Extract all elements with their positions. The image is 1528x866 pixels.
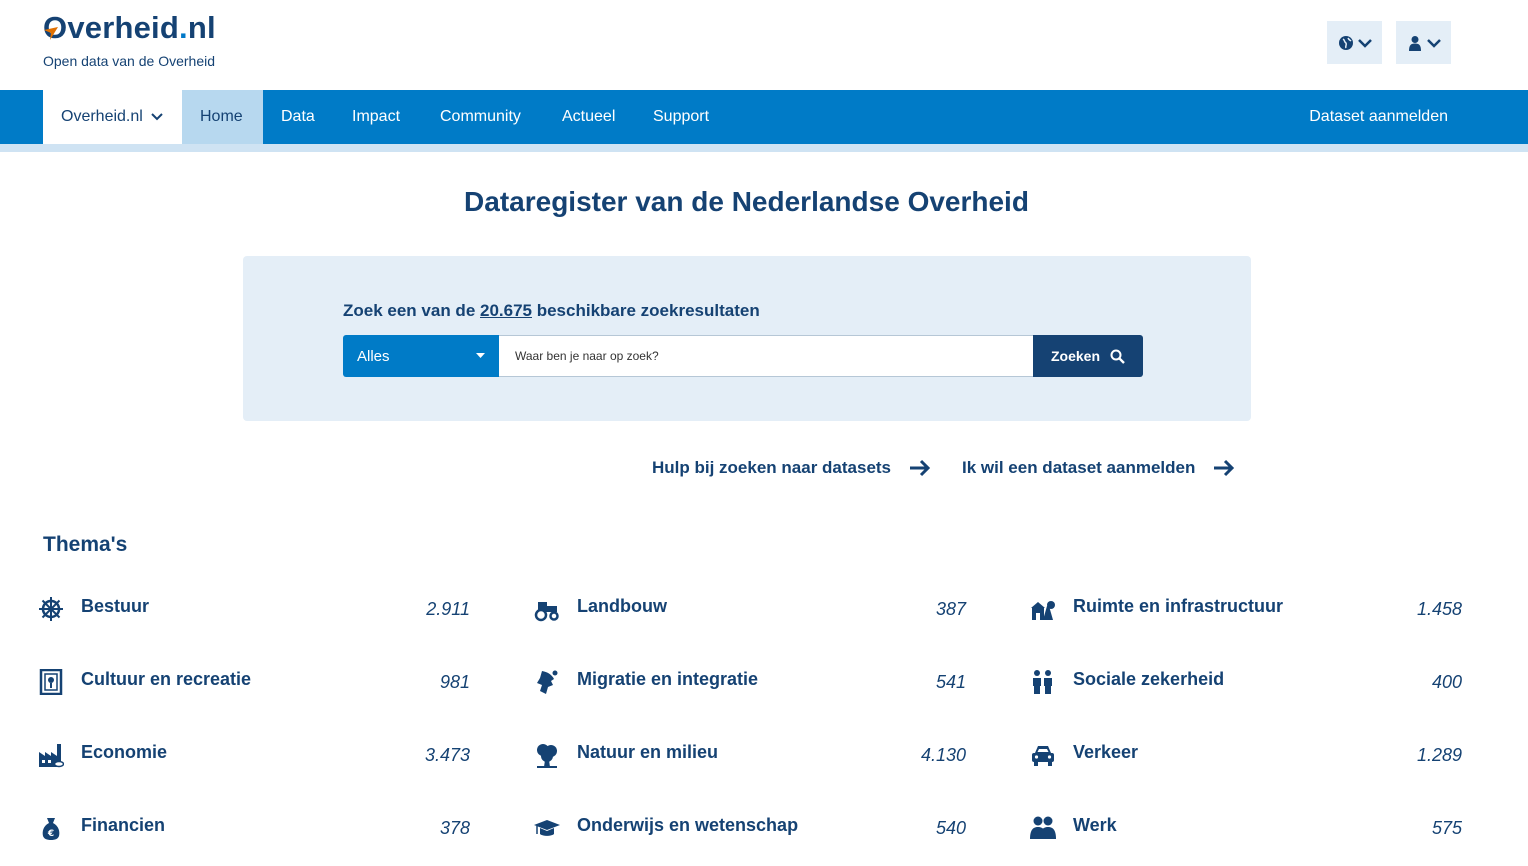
theme-label: Ruimte en infrastructuur — [1073, 596, 1284, 616]
search-panel: Zoek een van de 20.675 beschikbare zoekr… — [243, 256, 1251, 421]
help-search-link[interactable]: Hulp bij zoeken naar datasets — [652, 456, 931, 480]
theme-ruimte-en-infrastructuur[interactable]: Ruimte en infrastructuur 1.458 — [1030, 596, 1462, 628]
theme-bestuur[interactable]: Bestuur 2.911 — [38, 596, 470, 628]
graduation-cap-icon — [534, 820, 560, 836]
nav-item-impact[interactable]: Impact — [352, 90, 400, 144]
search-intro-suffix: beschikbare zoekresultaten — [532, 301, 760, 320]
chevron-down-icon — [1426, 38, 1441, 48]
theme-werk[interactable]: Werk 575 — [1030, 815, 1462, 847]
ship-wheel-icon — [39, 597, 63, 621]
theme-label: Landbouw — [577, 596, 667, 616]
caret-down-icon — [476, 353, 485, 358]
theme-label: Sociale zekerheid — [1073, 669, 1225, 689]
main-nav: Overheid.nl Home Data Impact Community A… — [0, 90, 1528, 144]
theme-label: Natuur en milieu — [577, 742, 719, 762]
theme-count: 387 — [935, 599, 966, 619]
nav-item-data[interactable]: Data — [281, 90, 315, 144]
site-logo[interactable]: Overheid.nl — [43, 8, 216, 48]
result-count-link[interactable]: 20.675 — [480, 301, 532, 320]
theme-cultuur-en-recreatie[interactable]: Cultuur en recreatie 981 — [38, 669, 470, 701]
language-menu-button[interactable] — [1327, 21, 1382, 64]
site-switcher-label: Overheid.nl — [61, 108, 143, 125]
theme-label: Onderwijs en wetenschap — [577, 815, 799, 835]
theme-label: Financien — [81, 815, 166, 835]
theme-economie[interactable]: Economie 3.473 — [38, 742, 470, 774]
theme-count: 541 — [935, 672, 966, 692]
register-dataset-label: Ik wil een dataset aanmelden — [962, 458, 1196, 477]
theme-sociale-zekerheid[interactable]: Sociale zekerheid 400 — [1030, 669, 1462, 701]
logo-mark-icon — [44, 27, 58, 40]
theme-count: 2.911 — [426, 599, 470, 619]
nav-underline — [0, 144, 1528, 152]
chevron-down-icon — [1357, 38, 1372, 48]
theme-count: 3.473 — [424, 745, 470, 765]
user-menu-button[interactable] — [1396, 21, 1451, 64]
search-button[interactable]: Zoeken — [1033, 335, 1143, 377]
search-icon — [1110, 349, 1125, 364]
arrow-right-icon — [910, 459, 931, 477]
theme-natuur-en-milieu[interactable]: Natuur en milieu 4.130 — [534, 742, 966, 774]
tree-icon — [537, 744, 557, 768]
theme-count: 378 — [439, 818, 470, 838]
nav-item-home[interactable]: Home — [182, 90, 263, 144]
car-icon — [1032, 746, 1054, 766]
money-bag-icon: € — [42, 818, 60, 840]
infrastructure-icon — [1031, 601, 1055, 620]
theme-migratie-en-integratie[interactable]: Migratie en integratie 541 — [534, 669, 966, 701]
painting-icon — [39, 669, 63, 695]
theme-count: 400 — [1431, 672, 1462, 692]
nav-item-actueel[interactable]: Actueel — [562, 90, 615, 144]
register-dataset-link[interactable]: Ik wil een dataset aanmelden — [962, 456, 1235, 480]
workers-icon — [1030, 816, 1056, 839]
site-switcher-dropdown[interactable]: Overheid.nl — [43, 90, 182, 144]
theme-onderwijs-en-wetenschap[interactable]: Onderwijs en wetenschap 540 — [534, 815, 966, 847]
theme-count: 540 — [935, 818, 966, 838]
dataset-aanmelden-link[interactable]: Dataset aanmelden — [1309, 90, 1448, 144]
site-tagline: Open data van de Overheid — [43, 53, 216, 69]
theme-count: 4.130 — [920, 745, 966, 765]
theme-financien[interactable]: € Financien 378 — [38, 815, 470, 847]
theme-label: Verkeer — [1073, 742, 1139, 762]
theme-label: Economie — [81, 742, 168, 762]
arrow-right-icon — [1214, 459, 1235, 477]
user-icon — [1408, 35, 1421, 51]
theme-label: Werk — [1073, 815, 1117, 835]
search-scope-select[interactable]: Alles — [343, 335, 499, 377]
search-intro-prefix: Zoek een van de — [343, 301, 480, 320]
svg-text:€: € — [47, 829, 54, 839]
search-input[interactable] — [499, 335, 1033, 377]
logo-tld: nl — [187, 10, 216, 45]
logo-main: Overheid — [43, 10, 179, 45]
theme-landbouw[interactable]: Landbouw 387 — [534, 596, 966, 628]
page-title: Dataregister van de Nederlandse Overheid — [464, 186, 1029, 217]
logo-dot: . — [178, 10, 188, 45]
theme-label: Bestuur — [81, 596, 150, 616]
site-header: Overheid.nl Open data van de Overheid — [0, 0, 1528, 90]
theme-count: 981 — [439, 672, 470, 692]
themes-heading: Thema's — [43, 533, 128, 556]
theme-label: Cultuur en recreatie — [81, 669, 252, 689]
migration-icon — [537, 670, 558, 694]
help-search-label: Hulp bij zoeken naar datasets — [652, 458, 892, 477]
globe-icon — [1338, 35, 1353, 50]
factory-icon — [39, 744, 64, 768]
tractor-icon — [534, 602, 559, 622]
theme-count: 575 — [1431, 818, 1462, 838]
people-icon — [1033, 670, 1052, 694]
theme-verkeer[interactable]: Verkeer 1.289 — [1030, 742, 1462, 774]
search-button-label: Zoeken — [1050, 348, 1100, 364]
chevron-down-icon — [151, 113, 163, 121]
theme-count: 1.289 — [1416, 745, 1462, 765]
theme-label: Migratie en integratie — [577, 669, 759, 689]
search-scope-value: Alles — [357, 347, 390, 365]
search-intro: Zoek een van de 20.675 beschikbare zoekr… — [343, 301, 760, 321]
nav-item-community[interactable]: Community — [440, 90, 521, 144]
nav-item-support[interactable]: Support — [653, 90, 709, 144]
search-form: Alles Zoeken — [343, 335, 1143, 377]
theme-count: 1.458 — [1416, 599, 1462, 619]
